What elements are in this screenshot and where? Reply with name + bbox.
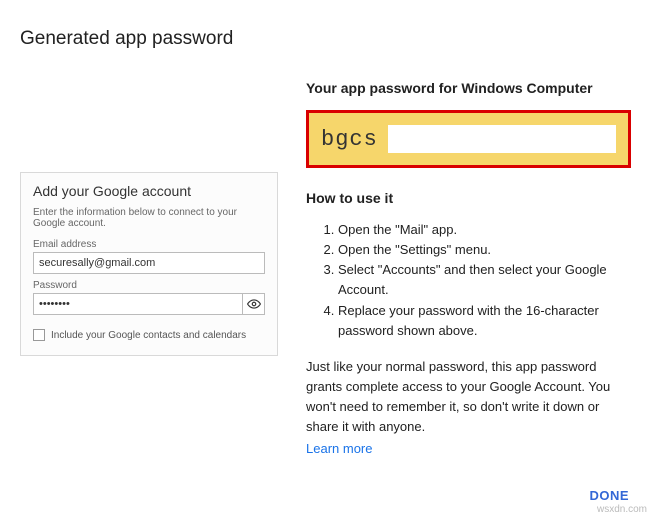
email-field[interactable] [33, 252, 265, 274]
page-title: Generated app password [20, 28, 631, 50]
list-item: Open the "Settings" menu. [338, 240, 631, 260]
security-note: Just like your normal password, this app… [306, 357, 631, 438]
list-item: Select "Accounts" and then select your G… [338, 260, 631, 300]
email-label: Email address [33, 239, 265, 250]
dialog-title: Add your Google account [33, 183, 265, 199]
app-password-heading: Your app password for Windows Computer [306, 80, 631, 96]
howto-title: How to use it [306, 190, 631, 206]
app-password-masked [388, 125, 616, 153]
done-button[interactable]: DONE [589, 488, 629, 503]
learn-more-link[interactable]: Learn more [306, 441, 372, 456]
reveal-password-icon[interactable] [243, 293, 265, 315]
dialog-subtitle: Enter the information below to connect t… [33, 207, 265, 229]
list-item: Open the "Mail" app. [338, 220, 631, 240]
app-password-box: bgcs [306, 110, 631, 168]
add-account-dialog: Add your Google account Enter the inform… [20, 172, 278, 356]
app-password-value: bgcs [321, 127, 378, 152]
watermark: wsxdn.com [597, 504, 647, 515]
list-item: Replace your password with the 16-charac… [338, 301, 631, 341]
include-contacts-checkbox[interactable] [33, 329, 45, 341]
howto-list: Open the "Mail" app. Open the "Settings"… [338, 220, 631, 341]
password-label: Password [33, 280, 265, 291]
password-field[interactable] [33, 293, 243, 315]
include-contacts-label: Include your Google contacts and calenda… [51, 330, 246, 341]
